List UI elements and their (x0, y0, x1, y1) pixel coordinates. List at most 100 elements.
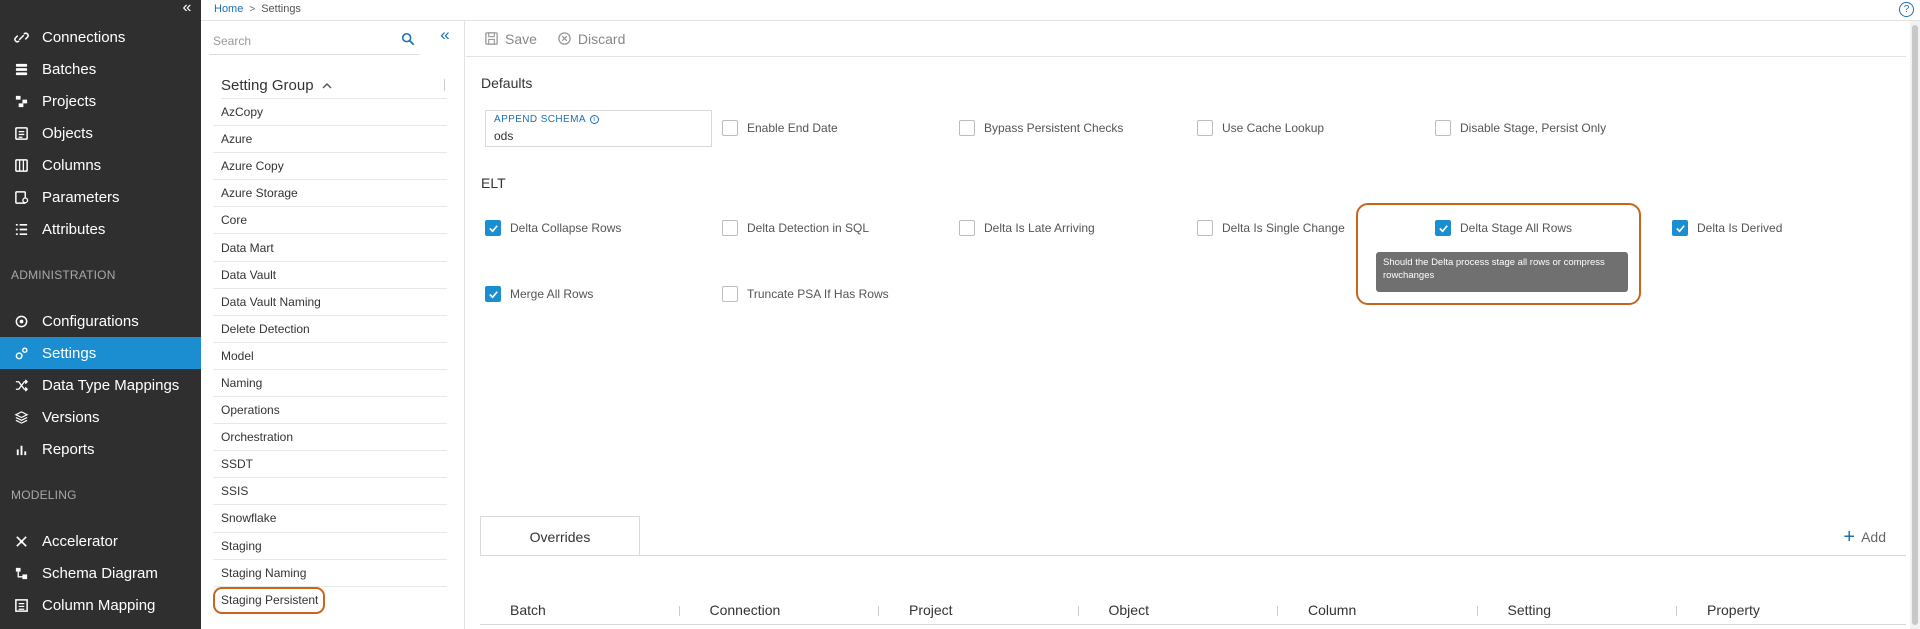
checkbox-disable-stage-persist-only[interactable]: Disable Stage, Persist Only (1435, 120, 1606, 136)
group-item-model[interactable]: Model (213, 343, 447, 370)
column-header-setting[interactable]: Setting (1478, 595, 1677, 624)
sidebar-item-connections[interactable]: Connections (0, 21, 201, 53)
sidebar-item-parameters[interactable]: Parameters (0, 181, 201, 213)
checkbox-delta-is-late-arriving[interactable]: Delta Is Late Arriving (959, 220, 1095, 236)
sidebar-item-label: Settings (42, 344, 97, 362)
checkbox-box-checked[interactable] (1672, 220, 1688, 236)
group-item-data-vault-naming[interactable]: Data Vault Naming (213, 289, 447, 316)
group-item-delete-detection[interactable]: Delete Detection (213, 316, 447, 343)
breadcrumb-home-link[interactable]: Home (214, 3, 243, 15)
sidebar-item-label: Batches (42, 60, 97, 78)
search-box (209, 26, 419, 55)
sidebar-item-reports[interactable]: Reports (0, 433, 201, 465)
group-item-azure[interactable]: Azure (213, 126, 447, 154)
sidebar-item-settings[interactable]: Settings (0, 337, 201, 369)
checkbox-box[interactable] (722, 220, 738, 236)
group-item-data-vault[interactable]: Data Vault (213, 262, 447, 289)
column-header-connection[interactable]: Connection (680, 595, 879, 624)
vertical-scrollbar[interactable] (1910, 21, 1920, 629)
sidebar-item-data-type-mappings[interactable]: Data Type Mappings (0, 369, 201, 401)
help-icon[interactable]: ? (1899, 2, 1914, 17)
tooltip: Should the Delta process stage all rows … (1376, 252, 1628, 292)
checkbox-box-checked[interactable] (485, 286, 501, 302)
group-item-staging-persistent[interactable]: Staging Persistent (213, 586, 325, 614)
sidebar-item-objects[interactable]: Objects (0, 117, 201, 149)
group-item-snowflake[interactable]: Snowflake (213, 505, 447, 533)
checkbox-bypass-persistent-checks[interactable]: Bypass Persistent Checks (959, 120, 1123, 136)
append-schema-label-text: APPEND SCHEMA (494, 114, 586, 125)
sidebar-item-columns[interactable]: Columns (0, 149, 201, 181)
checkbox-use-cache-lookup[interactable]: Use Cache Lookup (1197, 120, 1324, 136)
checkbox-box[interactable] (1197, 220, 1213, 236)
column-header-label: Column (1308, 601, 1357, 618)
collapse-sidebar-icon[interactable]: « (179, 0, 195, 17)
checkbox-truncate-psa-if-has-rows[interactable]: Truncate PSA If Has Rows (722, 286, 889, 302)
sidebar-section-administration: ADMINISTRATION (11, 268, 116, 282)
tab-overrides[interactable]: Overrides (480, 516, 640, 556)
group-item-staging[interactable]: Staging (213, 533, 447, 560)
group-item-data-mart[interactable]: Data Mart (213, 234, 447, 262)
checkbox-enable-end-date[interactable]: Enable End Date (722, 120, 838, 136)
sidebar-item-column-mapping[interactable]: Column Mapping (0, 589, 201, 621)
checkmark-icon (488, 290, 498, 298)
sidebar-item-versions[interactable]: Versions (0, 401, 201, 433)
checkbox-box[interactable] (722, 120, 738, 136)
group-item-ssis[interactable]: SSIS (213, 478, 447, 506)
column-header-column[interactable]: Column (1278, 595, 1478, 624)
group-item-staging-naming[interactable]: Staging Naming (213, 560, 447, 587)
checkbox-box-checked[interactable] (485, 220, 501, 236)
checkbox-box[interactable] (959, 120, 975, 136)
sidebar-item-configurations[interactable]: Configurations (0, 305, 201, 337)
column-header-project[interactable]: Project (879, 595, 1079, 624)
setting-group-header[interactable]: Setting Group (221, 73, 447, 99)
column-mapping-icon (11, 595, 31, 615)
checkbox-delta-is-derived[interactable]: Delta Is Derived (1672, 220, 1782, 236)
add-override-button[interactable]: + Add (1843, 526, 1886, 548)
checkbox-delta-detection-in-sql[interactable]: Delta Detection in SQL (722, 220, 869, 236)
group-item-core[interactable]: Core (213, 207, 447, 235)
scrollbar-thumb[interactable] (1912, 25, 1918, 625)
append-schema-value[interactable]: ods (494, 129, 513, 143)
column-header-object[interactable]: Object (1079, 595, 1278, 624)
checkbox-label: Delta Detection in SQL (747, 221, 870, 235)
sidebar-nav: Connections Batches Projects Objects Col… (0, 21, 201, 621)
sidebar-item-label: Column Mapping (42, 596, 156, 614)
sidebar-item-projects[interactable]: Projects (0, 85, 201, 117)
column-header-batch[interactable]: Batch (480, 595, 680, 624)
collapse-panel-icon[interactable]: « (437, 26, 453, 44)
setting-group-title: Setting Group (221, 77, 314, 94)
column-header-property[interactable]: Property (1677, 595, 1877, 624)
checkbox-box[interactable] (959, 220, 975, 236)
group-item-orchestration[interactable]: Orchestration (213, 424, 447, 452)
group-item-azure-storage[interactable]: Azure Storage (213, 180, 447, 208)
sidebar-item-label: Attributes (42, 220, 106, 238)
group-item-naming[interactable]: Naming (213, 370, 447, 398)
sidebar-item-attributes[interactable]: Attributes (0, 213, 201, 245)
checkbox-label: Enable End Date (747, 121, 838, 135)
search-input[interactable] (213, 32, 383, 50)
group-item-ssdt[interactable]: SSDT (213, 451, 447, 479)
chevron-right-icon: > (249, 3, 256, 15)
info-icon[interactable]: i (589, 115, 599, 124)
discard-button[interactable]: Discard (557, 31, 625, 47)
plus-icon: + (1843, 526, 1856, 548)
search-icon[interactable] (401, 32, 415, 46)
checkbox-box[interactable] (722, 286, 738, 302)
overrides-grid-header: Batch Connection Project Object Column S… (480, 595, 1906, 625)
checkbox-delta-collapse-rows[interactable]: Delta Collapse Rows (485, 220, 621, 236)
sidebar-item-accelerator[interactable]: Accelerator (0, 525, 201, 557)
sidebar-item-schema-diagram[interactable]: Schema Diagram (0, 557, 201, 589)
checkbox-box[interactable] (1435, 120, 1451, 136)
checkbox-box[interactable] (1197, 120, 1213, 136)
group-item-operations[interactable]: Operations (213, 397, 447, 425)
save-button[interactable]: Save (484, 31, 537, 47)
checkbox-delta-is-single-change[interactable]: Delta Is Single Change (1197, 220, 1345, 236)
group-item-azcopy[interactable]: AzCopy (213, 99, 447, 127)
schema-diagram-icon (11, 563, 31, 583)
group-item-azure-copy[interactable]: Azure Copy (213, 153, 447, 181)
checkbox-merge-all-rows[interactable]: Merge All Rows (485, 286, 593, 302)
append-schema-field[interactable]: APPEND SCHEMA i ods (485, 110, 712, 147)
sidebar-item-batches[interactable]: Batches (0, 53, 201, 85)
defaults-section-title: Defaults (481, 75, 533, 91)
checkbox-label: Disable Stage, Persist Only (1460, 121, 1607, 135)
